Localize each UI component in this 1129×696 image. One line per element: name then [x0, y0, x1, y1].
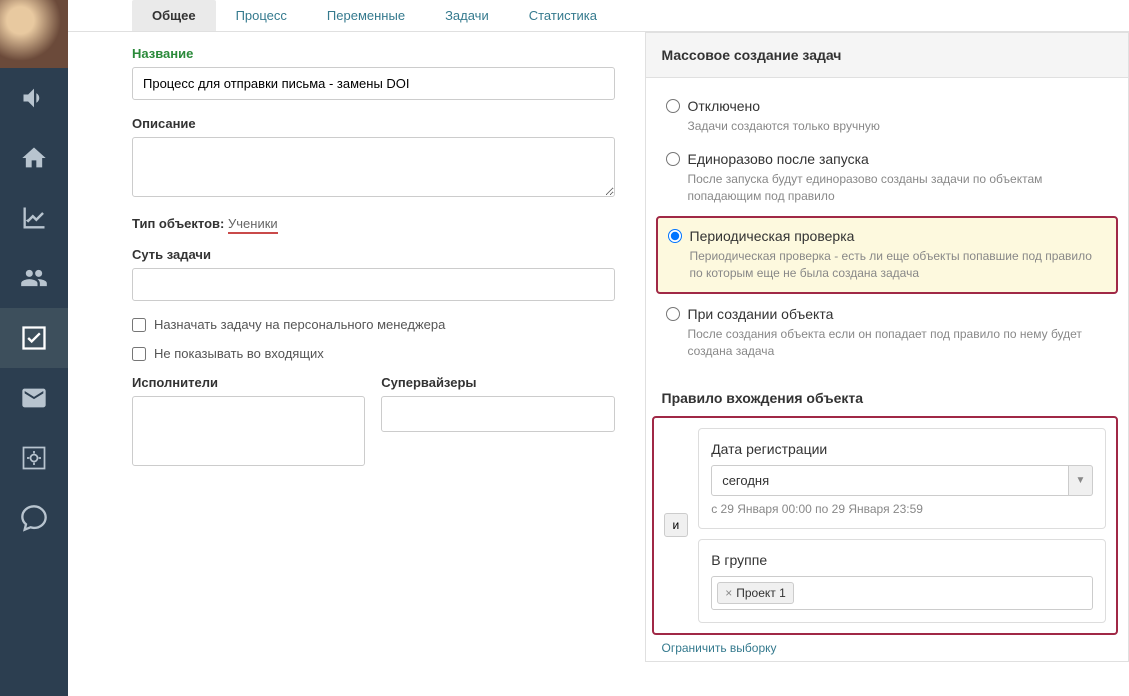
tab-general[interactable]: Общее	[132, 0, 216, 31]
radio-once: Единоразово после запуска После запуска …	[662, 143, 1113, 213]
object-type-label: Тип объектов:	[132, 216, 224, 231]
hide-inbox-label: Не показывать во входящих	[154, 346, 324, 361]
left-column: Название Описание Тип объектов: Ученики …	[68, 32, 645, 662]
radio-once-desc: После запуска будут единоразово созданы …	[688, 171, 1109, 205]
radio-periodic-input[interactable]	[668, 229, 682, 243]
sound-icon[interactable]	[0, 68, 68, 128]
radio-disabled-desc: Задачи создаются только вручную	[688, 118, 1109, 135]
radio-periodic-label: Периодическая проверка	[690, 228, 855, 244]
condition-group: В группе × Проект 1	[698, 539, 1106, 623]
assign-manager-label: Назначать задачу на персонального менедж…	[154, 317, 445, 332]
condition-date-select[interactable]: сегодня	[711, 465, 1069, 496]
tab-tasks[interactable]: Задачи	[425, 0, 509, 31]
assign-manager-checkbox[interactable]	[132, 318, 146, 332]
tab-process[interactable]: Процесс	[216, 0, 307, 31]
condition-group-input[interactable]: × Проект 1	[711, 576, 1093, 610]
gear-box-icon[interactable]	[0, 428, 68, 488]
condition-date-note: с 29 Января 00:00 по 29 Января 23:59	[711, 502, 1093, 516]
radio-on-create: При создании объекта После создания объе…	[662, 298, 1113, 368]
radio-periodic-desc: Периодическая проверка - есть ли еще объ…	[690, 248, 1107, 282]
performers-label: Исполнители	[132, 375, 365, 390]
main-content: Общее Процесс Переменные Задачи Статисти…	[68, 0, 1129, 696]
users-icon[interactable]	[0, 248, 68, 308]
home-icon[interactable]	[0, 128, 68, 188]
radio-disabled-input[interactable]	[666, 99, 680, 113]
tag-remove-icon[interactable]: ×	[725, 586, 732, 600]
chat-icon[interactable]	[0, 488, 68, 548]
rule-title: Правило вхождения объекта	[646, 380, 1129, 416]
right-column: Массовое создание задач Отключено Задачи…	[645, 32, 1129, 662]
performers-input[interactable]	[132, 396, 365, 466]
radio-periodic: Периодическая проверка Периодическая про…	[656, 216, 1119, 294]
group-tag: × Проект 1	[717, 582, 794, 604]
radio-disabled: Отключено Задачи создаются только вручну…	[662, 90, 1113, 143]
radio-on-create-input[interactable]	[666, 307, 680, 321]
rule-box: и Дата регистрации сегодня ▼ с 29 Января…	[652, 416, 1119, 635]
group-tag-label: Проект 1	[736, 586, 786, 600]
tab-bar: Общее Процесс Переменные Задачи Статисти…	[68, 0, 1129, 32]
description-label: Описание	[132, 116, 615, 131]
tasks-icon[interactable]	[0, 308, 68, 368]
condition-group-title: В группе	[711, 552, 1093, 568]
tab-variables[interactable]: Переменные	[307, 0, 425, 31]
chart-icon[interactable]	[0, 188, 68, 248]
avatar[interactable]	[0, 0, 68, 68]
supervisors-label: Супервайзеры	[381, 375, 614, 390]
condition-date-title: Дата регистрации	[711, 441, 1093, 457]
radio-once-input[interactable]	[666, 152, 680, 166]
essence-label: Суть задачи	[132, 247, 615, 262]
limit-selection-link[interactable]: Ограничить выборку	[646, 635, 793, 661]
chevron-down-icon[interactable]: ▼	[1069, 465, 1093, 496]
radio-disabled-label: Отключено	[688, 98, 761, 114]
sidebar	[0, 0, 68, 696]
supervisors-input[interactable]	[381, 396, 614, 432]
object-type-link[interactable]: Ученики	[228, 216, 278, 234]
essence-input[interactable]	[132, 268, 615, 301]
condition-date: Дата регистрации сегодня ▼ с 29 Января 0…	[698, 428, 1106, 529]
description-input[interactable]	[132, 137, 615, 197]
tab-stats[interactable]: Статистика	[509, 0, 617, 31]
name-label: Название	[132, 46, 615, 61]
rule-and-button[interactable]: и	[664, 513, 689, 537]
mail-icon[interactable]	[0, 368, 68, 428]
name-input[interactable]	[132, 67, 615, 100]
radio-once-label: Единоразово после запуска	[688, 151, 869, 167]
hide-inbox-checkbox[interactable]	[132, 347, 146, 361]
mass-create-title: Массовое создание задач	[646, 33, 1129, 78]
radio-on-create-desc: После создания объекта если он попадает …	[688, 326, 1109, 360]
radio-on-create-label: При создании объекта	[688, 306, 834, 322]
